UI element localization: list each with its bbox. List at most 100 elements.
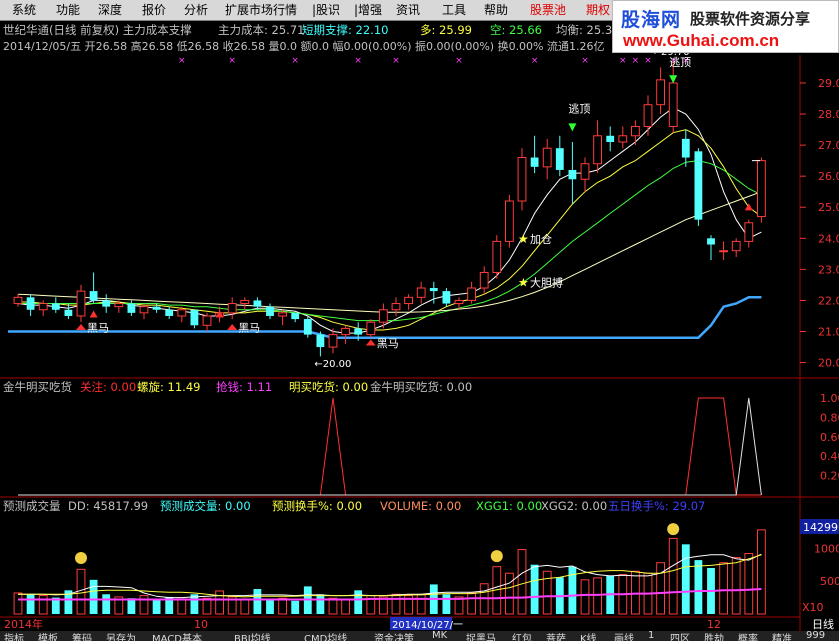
volume-bar bbox=[215, 590, 225, 615]
candle-body bbox=[580, 163, 590, 180]
candle-body bbox=[606, 135, 615, 142]
candle-body bbox=[366, 321, 376, 336]
bottom-tab-15[interactable]: 四区 bbox=[670, 631, 690, 641]
volume-axis-label: 5000 bbox=[820, 575, 839, 588]
candle-body bbox=[341, 327, 351, 336]
candle-body bbox=[190, 309, 199, 326]
bottom-tab-bar: 指标 模板 筹码 另存为 MACD基本 BBI均线 CMD均线 资金决策 MK 捉黑马 红包 菩萨 K线… bbox=[0, 631, 839, 641]
ytick-label: 26.00 bbox=[818, 170, 839, 183]
volume-bar bbox=[542, 570, 552, 615]
bottom-tab-4[interactable]: MACD基本 bbox=[152, 631, 202, 641]
bottom-tab-14[interactable]: 1 bbox=[648, 631, 654, 641]
annotation-dark-horse: 黑马 bbox=[238, 322, 260, 335]
bottom-tab-1[interactable]: 模板 bbox=[38, 631, 58, 641]
signal-mark: × bbox=[178, 56, 186, 66]
candle-body bbox=[442, 291, 451, 304]
annotation-dark-horse: 黑马 bbox=[377, 337, 399, 350]
volume-bar bbox=[341, 599, 351, 615]
candle-body bbox=[127, 303, 136, 313]
red-marker bbox=[744, 203, 753, 211]
bottom-tab-9[interactable]: 捉黑马 bbox=[466, 631, 496, 641]
signal-mark: × bbox=[619, 56, 627, 66]
volume-bar bbox=[517, 549, 527, 615]
date-axis-period: 日线 bbox=[812, 617, 834, 631]
stock-chart[interactable]: 29.00 28.00 27.00 26.00 25.00 24.00 23.00 22.00… bbox=[0, 0, 839, 641]
bottom-tab-7[interactable]: 资金决策 bbox=[374, 631, 414, 641]
annotation-dark-horse: 黑马 bbox=[87, 322, 109, 335]
volume-unit: X10 bbox=[802, 601, 824, 614]
candle-body bbox=[253, 300, 262, 307]
candle-body bbox=[643, 104, 653, 127]
ytick-label: 24.00 bbox=[818, 232, 839, 245]
ind1-line-关注 bbox=[18, 397, 762, 496]
candle-body bbox=[76, 290, 86, 317]
volume-bar bbox=[694, 560, 703, 614]
volume-bar bbox=[13, 592, 23, 615]
candle-body bbox=[756, 160, 766, 218]
volume-bar bbox=[656, 562, 666, 615]
bottom-tab-2[interactable]: 筹码 bbox=[72, 631, 92, 641]
bottom-tab-18[interactable]: 精准 bbox=[772, 631, 792, 641]
volume-axis-label: 10000 bbox=[814, 542, 839, 555]
bottom-tab-19[interactable]: 999 bbox=[806, 631, 825, 641]
bottom-tab-10[interactable]: 红包 bbox=[512, 631, 532, 641]
volume-bar bbox=[504, 572, 514, 615]
candle-body bbox=[731, 240, 741, 252]
brand-overlay: 股海网 股票软件资源分享 www.Guhai.com.cn bbox=[612, 0, 839, 53]
candle-body bbox=[152, 306, 161, 310]
bottom-tab-6[interactable]: CMD均线 bbox=[304, 631, 347, 641]
ind1-axis-label: 0.80 bbox=[820, 411, 839, 424]
volume-bar bbox=[139, 595, 149, 615]
volume-bar bbox=[266, 600, 274, 614]
candle-body bbox=[593, 135, 603, 165]
escape-arrow-2 bbox=[669, 75, 678, 84]
bottom-tab-13[interactable]: 画线 bbox=[614, 631, 634, 641]
signal-mark: × bbox=[531, 56, 539, 66]
date-axis-month: 10 bbox=[194, 618, 208, 631]
bottom-tab-5[interactable]: BBI均线 bbox=[234, 631, 271, 641]
candle-body bbox=[26, 297, 35, 310]
bottom-tab-8[interactable]: MK bbox=[432, 631, 447, 641]
candle-body bbox=[479, 271, 489, 289]
signal-mark: × bbox=[228, 56, 236, 66]
volume-bar bbox=[530, 564, 539, 614]
candle-body bbox=[668, 82, 678, 127]
candle-body bbox=[266, 306, 274, 316]
volume-bar bbox=[152, 599, 161, 614]
volume-bar bbox=[253, 589, 262, 614]
date-axis-cursor: 2014/10/27/一 bbox=[392, 620, 463, 631]
ma-line-ma20 bbox=[18, 160, 762, 322]
candle-body bbox=[707, 238, 715, 245]
annotation-bold-buy: 大胆搏 bbox=[530, 275, 563, 289]
candle-body bbox=[51, 303, 60, 310]
candle-body bbox=[139, 306, 149, 314]
star-add: ★ bbox=[518, 232, 529, 246]
volume-bar bbox=[719, 562, 729, 615]
bottom-tab-17[interactable]: 概率 bbox=[738, 631, 758, 641]
candle-body bbox=[89, 291, 98, 301]
candle-body bbox=[328, 334, 338, 348]
bottom-tab-11[interactable]: 菩萨 bbox=[546, 631, 566, 641]
ytick-label: 27.00 bbox=[818, 139, 839, 152]
bottom-tab-3[interactable]: 另存为 bbox=[106, 631, 136, 641]
red-marker bbox=[89, 310, 98, 318]
volume-bar bbox=[731, 556, 741, 615]
ytick-label: 29.00 bbox=[818, 77, 839, 90]
bottom-tab-12[interactable]: K线 bbox=[580, 631, 597, 641]
volume-bar bbox=[38, 595, 48, 615]
volume-bar bbox=[177, 598, 187, 615]
candle-body bbox=[316, 334, 325, 348]
volume-bar bbox=[668, 537, 678, 615]
ind1-axis-label: 0.20 bbox=[820, 470, 839, 483]
candle-body bbox=[416, 287, 426, 298]
volume-bar bbox=[391, 593, 401, 615]
bottom-tab-16[interactable]: 胜劫 bbox=[704, 631, 724, 641]
candle-body bbox=[656, 79, 666, 106]
ytick-label: 28.00 bbox=[818, 108, 839, 121]
candle-body bbox=[354, 328, 363, 335]
candle-body bbox=[517, 157, 527, 202]
volume-bar bbox=[467, 592, 477, 615]
ind1-axis-label: 1.00 bbox=[820, 392, 839, 405]
candle-body bbox=[64, 309, 73, 316]
bottom-tab-0[interactable]: 指标 bbox=[4, 631, 24, 641]
